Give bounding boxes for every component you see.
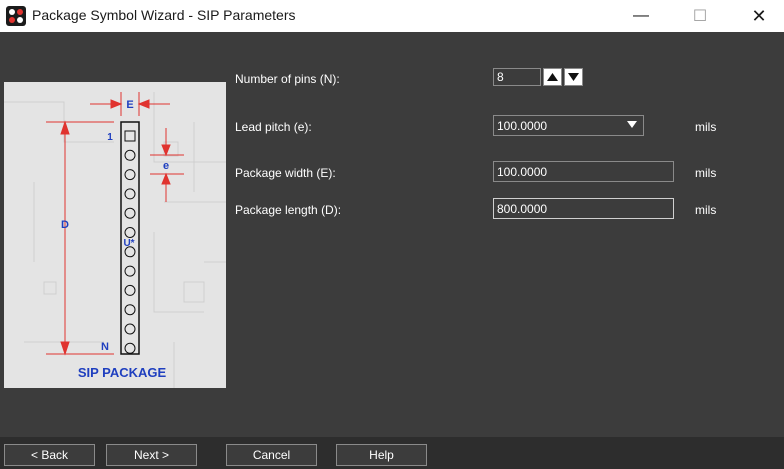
pin-circle [124,323,136,335]
label-pin-1: 1 [107,132,113,143]
window-title: Package Symbol Wizard - SIP Parameters [32,7,296,23]
sip-package-diagram: E e D 1 N U* SIP PACKAGE [4,92,226,388]
next-button[interactable]: Next > [106,444,197,466]
pin-circle [124,188,136,200]
dropdown-arrow-icon [627,121,637,128]
width-unit: mils [695,166,717,180]
pins-input[interactable]: 8 [493,68,541,86]
label-pin-N: N [101,341,109,353]
pitch-unit: mils [695,120,717,134]
pin-1-square [124,130,136,142]
package-caption: SIP PACKAGE [78,365,167,380]
dimension-D [46,120,114,356]
pin-circle [124,284,136,296]
cancel-button[interactable]: Cancel [226,444,317,466]
close-button[interactable]: ✕ [736,0,782,32]
length-input[interactable]: 800.0000 [493,198,674,219]
pin-circle [124,169,136,181]
back-button[interactable]: < Back [4,444,95,466]
pin-circle [124,265,136,277]
maximize-button[interactable]: ☐ [677,0,723,32]
label-refdes: U* [123,238,134,249]
pcb-background-pattern [4,92,226,388]
arrow-up-icon [547,73,558,81]
title-bar: Package Symbol Wizard - SIP Parameters —… [0,0,784,32]
label-e: e [163,160,169,172]
help-button[interactable]: Help [336,444,427,466]
length-label: Package length (D): [235,203,342,217]
length-unit: mils [695,203,717,217]
width-label: Package width (E): [235,166,336,180]
pitch-value: 100.0000 [497,118,548,133]
pitch-label: Lead pitch (e): [235,120,312,134]
spin-down-button[interactable] [564,68,583,86]
sip-package-preview: E e D 1 N U* SIP PACKAGE [4,82,226,388]
label-E: E [126,99,133,111]
spin-up-button[interactable] [543,68,562,86]
minimize-button[interactable]: — [618,0,664,32]
pitch-dropdown[interactable]: 100.0000 [493,115,644,136]
pin-circle [124,342,136,354]
width-input[interactable]: 100.0000 [493,161,674,182]
pin-circle [124,227,136,238]
arrow-down-icon [568,73,579,81]
app-icon [6,6,26,26]
pin-circle [124,207,136,219]
pin-circle [124,149,136,161]
label-D: D [61,219,69,231]
pins-label: Number of pins (N): [235,72,340,86]
pin-circle [124,304,136,316]
